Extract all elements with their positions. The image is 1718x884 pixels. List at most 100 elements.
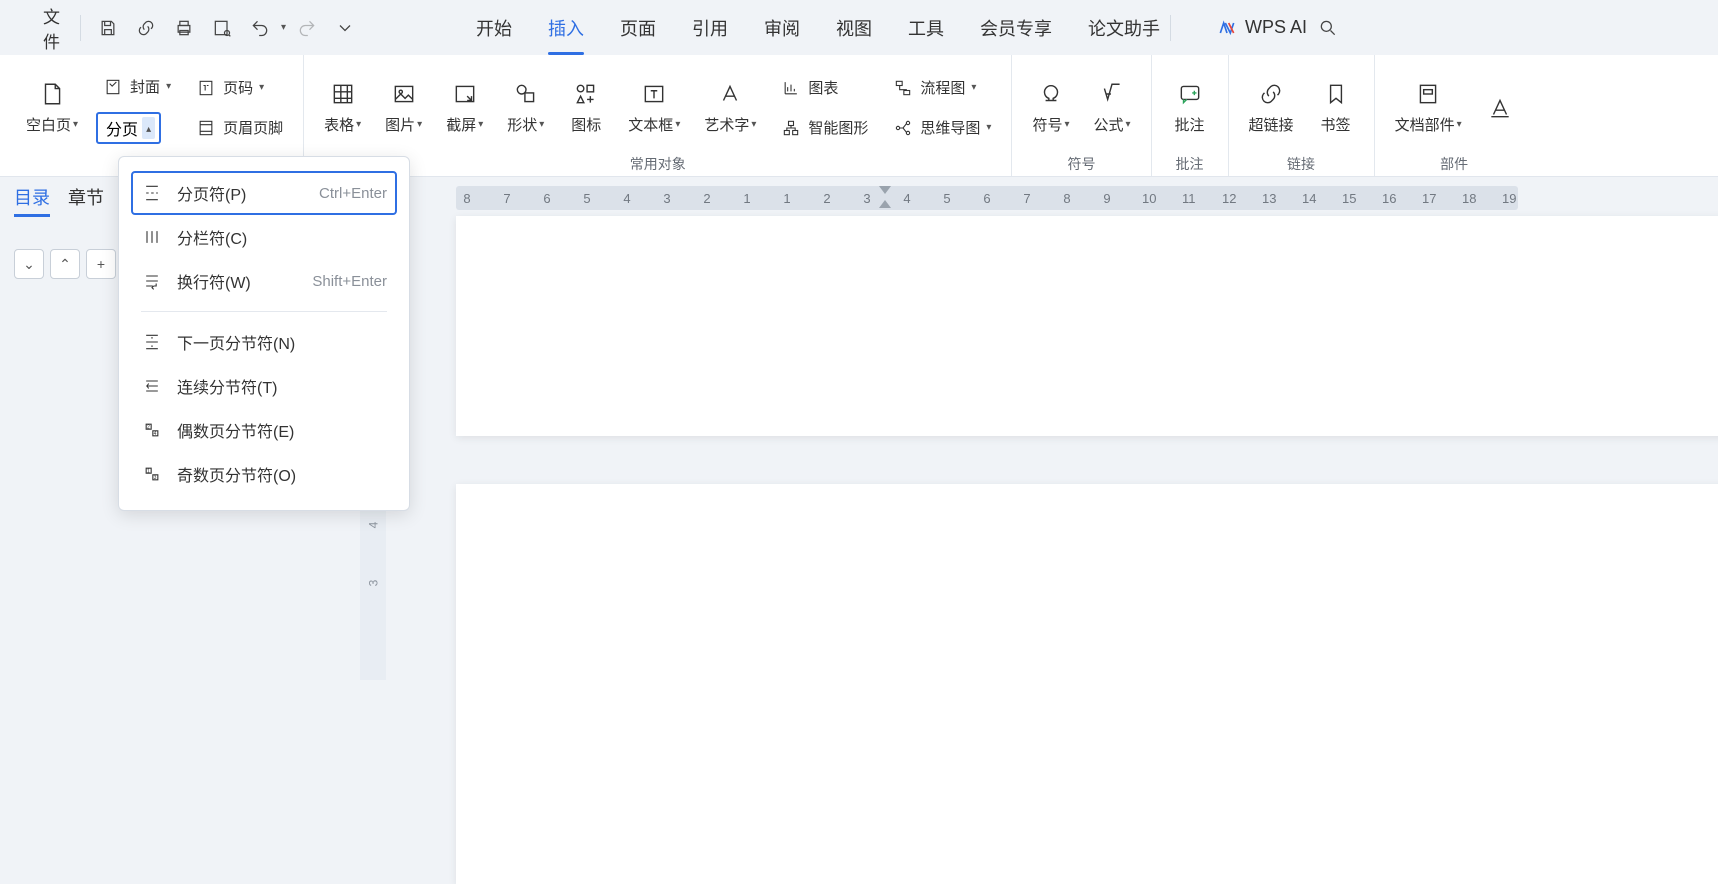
document-page[interactable] bbox=[456, 216, 1718, 436]
side-expand-button[interactable]: ⌃ bbox=[50, 249, 80, 279]
header-footer-button[interactable]: 页眉页脚 bbox=[189, 113, 289, 143]
tab-insert[interactable]: 插入 bbox=[548, 0, 584, 55]
blank-page-button[interactable]: 空白页▾ bbox=[20, 76, 84, 139]
symbol-button[interactable]: 符号▾ bbox=[1026, 76, 1075, 139]
screenshot-button[interactable]: 截屏▾ bbox=[440, 76, 489, 139]
chevron-down-icon: ▾ bbox=[1457, 119, 1462, 130]
dd-continuous-section[interactable]: 连续分节符(T) bbox=[131, 364, 397, 408]
cover-button[interactable]: 封面▾ bbox=[96, 72, 177, 102]
section-continuous-icon bbox=[141, 375, 163, 397]
tab-review[interactable]: 审阅 bbox=[764, 0, 800, 55]
link-button[interactable] bbox=[129, 11, 163, 45]
tab-view[interactable]: 视图 bbox=[836, 0, 872, 55]
menu-tabs: 开始 插入 页面 引用 审阅 视图 工具 会员专享 论文助手 bbox=[476, 0, 1160, 55]
chevron-down-icon: ▾ bbox=[356, 119, 361, 130]
tab-thesis[interactable]: 论文助手 bbox=[1088, 0, 1160, 55]
redo-button[interactable] bbox=[290, 11, 324, 45]
split-page-button[interactable]: 分页 ▴ bbox=[96, 112, 161, 144]
shape-button[interactable]: 形状▾ bbox=[501, 76, 550, 139]
hyperlink-button[interactable]: 超链接 bbox=[1243, 76, 1300, 139]
blank-page-icon bbox=[38, 80, 66, 108]
chevron-down-icon: ⌄ bbox=[23, 256, 35, 273]
dd-column-break[interactable]: 分栏符(C) bbox=[131, 215, 397, 259]
dd-page-break[interactable]: 分页符(P) Ctrl+Enter bbox=[131, 171, 397, 215]
group-parts-label: 部件 bbox=[1440, 156, 1468, 172]
smartart-button[interactable]: 智能图形 bbox=[774, 113, 874, 143]
picture-button[interactable]: 图片▾ bbox=[379, 76, 428, 139]
split-page-dropdown-toggle[interactable]: ▴ bbox=[142, 117, 155, 139]
textbox-button[interactable]: 文本框▾ bbox=[622, 76, 686, 139]
header-footer-icon bbox=[195, 117, 217, 139]
docparts-icon bbox=[1414, 80, 1442, 108]
mindmap-button[interactable]: 思维导图▾ bbox=[886, 113, 997, 143]
tab-reference[interactable]: 引用 bbox=[692, 0, 728, 55]
dd-odd-page-section[interactable]: 13 奇数页分节符(O) bbox=[131, 452, 397, 496]
svg-text:4: 4 bbox=[154, 431, 157, 437]
side-panel: 目录 章节 ⌄ ⌃ + bbox=[0, 178, 120, 285]
chart-button[interactable]: 图表 bbox=[774, 73, 874, 103]
chevron-down-icon: ▾ bbox=[1064, 119, 1069, 130]
tab-vip[interactable]: 会员专享 bbox=[980, 0, 1052, 55]
smartart-icon bbox=[780, 117, 802, 139]
hamburger-icon bbox=[20, 19, 37, 36]
more-parts-button[interactable] bbox=[1480, 90, 1520, 126]
table-icon bbox=[329, 80, 357, 108]
side-add-button[interactable]: + bbox=[86, 249, 116, 279]
text-icon bbox=[1486, 94, 1514, 122]
chevron-down-icon: ▾ bbox=[971, 82, 976, 93]
equation-icon bbox=[1098, 80, 1126, 108]
hanging-indent-icon bbox=[879, 200, 891, 208]
redo-icon bbox=[297, 18, 317, 38]
group-symbol-label: 符号 bbox=[1068, 156, 1096, 172]
wordart-button[interactable]: 艺术字▾ bbox=[698, 76, 762, 139]
side-collapse-button[interactable]: ⌄ bbox=[14, 249, 44, 279]
group-common-label: 常用对象 bbox=[630, 156, 686, 172]
bookmark-button[interactable]: 书签 bbox=[1312, 76, 1360, 139]
svg-text:1: 1 bbox=[147, 468, 150, 474]
search-button[interactable] bbox=[1311, 11, 1345, 45]
undo-button[interactable] bbox=[243, 11, 277, 45]
chevron-up-icon: ⌃ bbox=[59, 256, 71, 273]
chevron-down-icon: ▾ bbox=[751, 119, 756, 130]
equation-button[interactable]: 公式▾ bbox=[1088, 76, 1137, 139]
side-tab-chapter[interactable]: 章节 bbox=[68, 184, 104, 217]
comment-button[interactable]: 批注 bbox=[1166, 76, 1214, 139]
more-button[interactable] bbox=[328, 11, 362, 45]
tab-page[interactable]: 页面 bbox=[620, 0, 656, 55]
group-comment-label: 批注 bbox=[1176, 156, 1204, 172]
print-icon bbox=[174, 18, 194, 38]
side-tab-toc[interactable]: 目录 bbox=[14, 184, 50, 217]
divider bbox=[1170, 15, 1171, 41]
cover-icon bbox=[102, 76, 124, 98]
chevron-down-icon: ▾ bbox=[259, 82, 264, 93]
dd-next-page-section[interactable]: 下一页分节符(N) bbox=[131, 320, 397, 364]
dd-line-break[interactable]: 换行符(W) Shift+Enter bbox=[131, 259, 397, 303]
wps-ai-button[interactable]: WPS AI bbox=[1217, 17, 1307, 38]
chevron-down-icon: ▾ bbox=[539, 119, 544, 130]
docparts-button[interactable]: 文档部件▾ bbox=[1389, 76, 1468, 139]
indent-marker[interactable] bbox=[878, 186, 892, 216]
svg-text:2: 2 bbox=[147, 424, 150, 430]
save-button[interactable] bbox=[91, 11, 125, 45]
horizontal-ruler[interactable]: 8 7 6 5 4 3 2 1 1 2 3 4 5 6 7 8 9 10 11 … bbox=[456, 186, 1518, 210]
tab-tools[interactable]: 工具 bbox=[908, 0, 944, 55]
group-link-label: 链接 bbox=[1287, 156, 1315, 172]
undo-dropdown[interactable]: ▾ bbox=[281, 22, 286, 33]
save-icon bbox=[98, 18, 118, 38]
shape-icon bbox=[512, 80, 540, 108]
preview-button[interactable] bbox=[205, 11, 239, 45]
table-button[interactable]: 表格▾ bbox=[318, 76, 367, 139]
page-number-button[interactable]: 页码▾ bbox=[189, 73, 289, 103]
chevron-up-icon: ▴ bbox=[146, 124, 151, 135]
icon-button[interactable]: 图标 bbox=[562, 76, 610, 139]
chart-icon bbox=[780, 77, 802, 99]
plus-icon: + bbox=[97, 256, 105, 272]
tab-start[interactable]: 开始 bbox=[476, 0, 512, 55]
file-menu-button[interactable]: 文件 bbox=[10, 11, 70, 45]
page-number-icon bbox=[195, 77, 217, 99]
print-button[interactable] bbox=[167, 11, 201, 45]
flowchart-button[interactable]: 流程图▾ bbox=[886, 73, 997, 103]
chevron-down-icon: ▾ bbox=[675, 119, 680, 130]
dd-even-page-section[interactable]: 24 偶数页分节符(E) bbox=[131, 408, 397, 452]
document-page[interactable] bbox=[456, 484, 1718, 884]
